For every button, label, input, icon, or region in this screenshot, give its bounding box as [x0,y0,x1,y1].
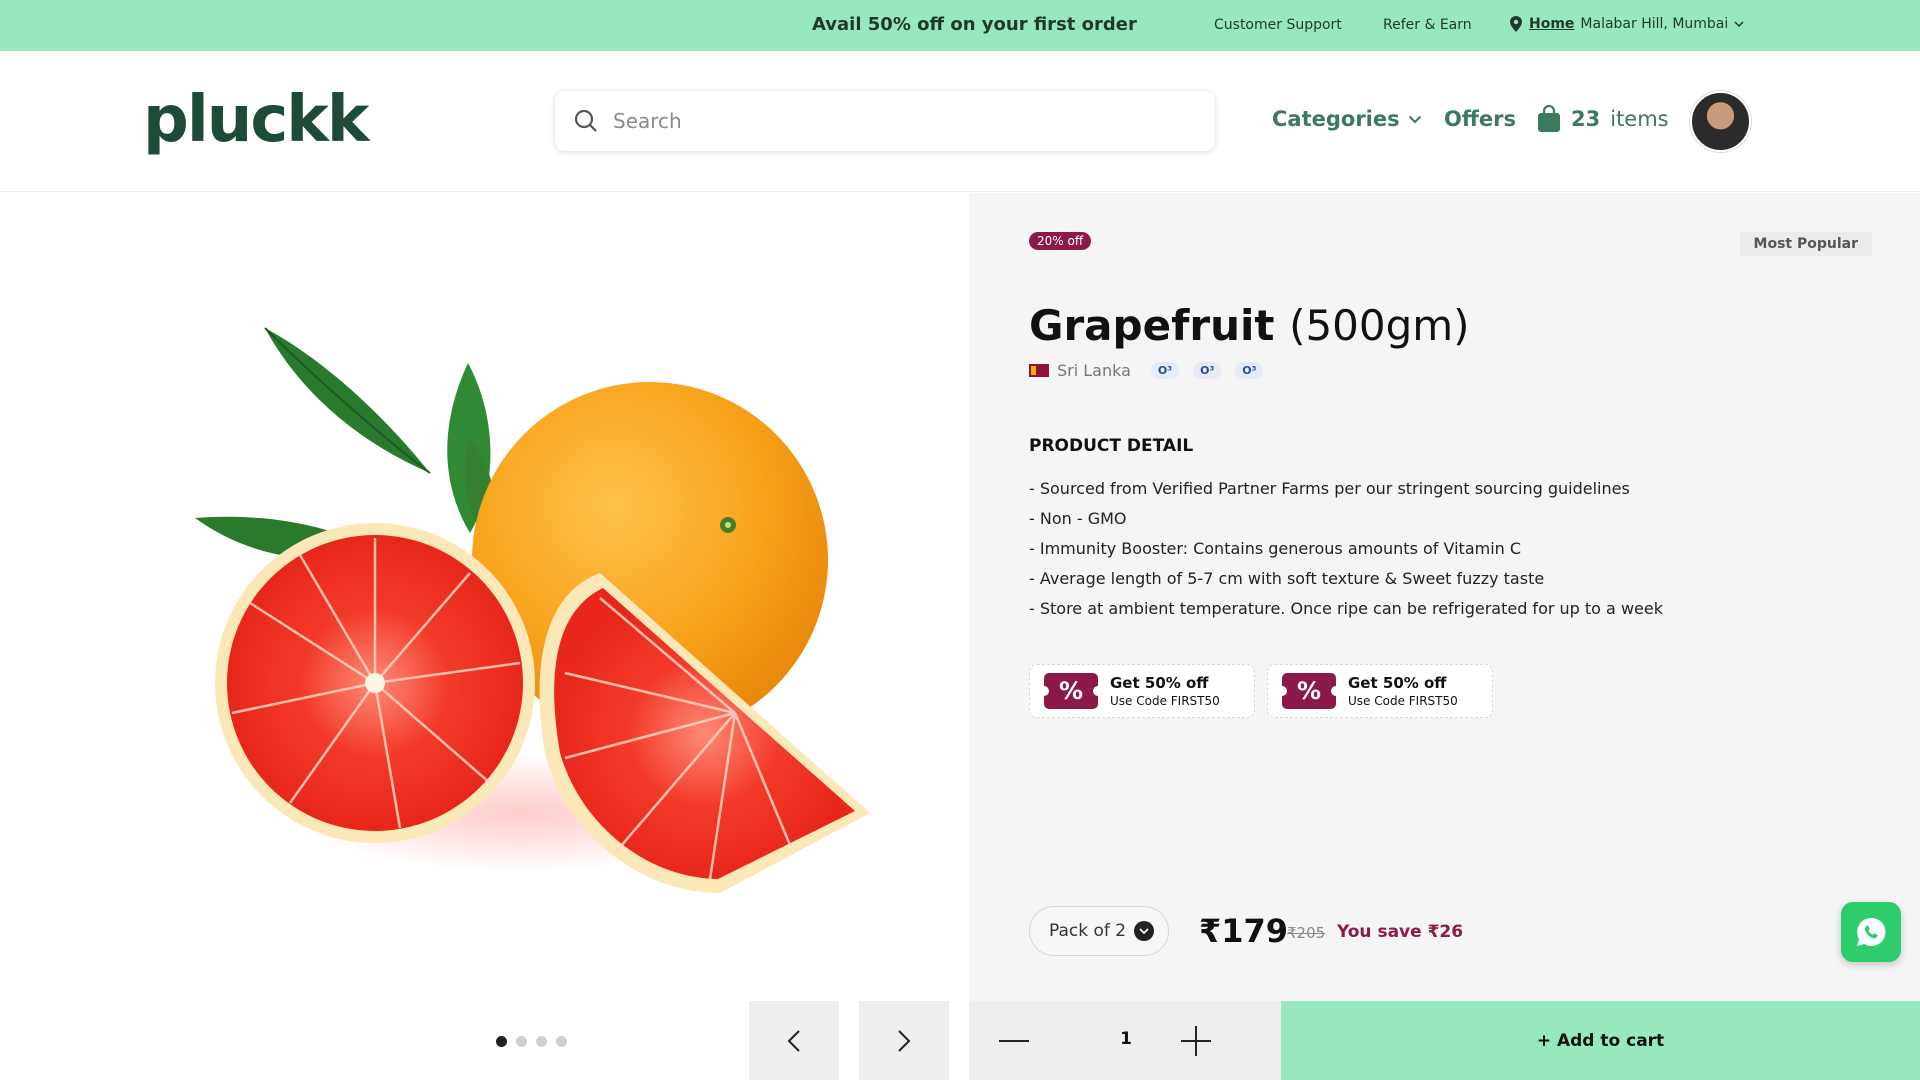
detail-item: - Store at ambient temperature. Once rip… [1029,599,1663,618]
savings-text: You save ₹26 [1337,922,1464,942]
whatsapp-button[interactable] [1841,902,1901,962]
promo-text: Avail 50% off on your first order [812,14,1137,35]
coupon-code: Use Code FIRST50 [1348,694,1458,708]
product-image-panel [0,193,969,1080]
customer-support-link[interactable]: Customer Support [1214,17,1342,33]
add-to-cart-button[interactable]: + Add to cart [1281,1001,1920,1080]
coupon-list: % Get 50% off Use Code FIRST50 % Get 50%… [1029,664,1493,718]
refer-earn-link[interactable]: Refer & Earn [1383,17,1472,33]
nav-categories[interactable]: Categories [1272,107,1422,131]
product-weight: (500gm) [1289,301,1470,350]
nav-offers-label: Offers [1444,107,1516,131]
search-icon [574,109,597,132]
location-label: Home [1529,16,1575,32]
coupon-title: Get 50% off [1110,674,1209,692]
gallery-dot[interactable] [536,1036,547,1047]
percent-coupon-icon: % [1277,673,1341,709]
product-image [195,327,870,893]
cart-count: 23 [1571,107,1601,131]
whatsapp-icon [1857,917,1886,946]
minus-icon [999,1039,1029,1042]
header: pluckk Categories Offers 23 items [0,51,1920,192]
quantity-value: 1 [1120,1029,1132,1049]
promo-bar: Avail 50% off on your first order Custom… [0,0,1920,51]
coupon-title: Get 50% off [1348,674,1447,692]
certification-badge: O³ [1150,362,1180,379]
avatar[interactable] [1690,91,1751,152]
product-detail-heading: PRODUCT DETAIL [1029,436,1194,456]
chevron-down-icon [1408,115,1421,123]
percent-coupon-icon: % [1039,673,1103,709]
origin-country: Sri Lanka [1057,361,1131,380]
detail-item: - Non - GMO [1029,509,1127,528]
nav-categories-label: Categories [1272,107,1400,131]
pack-size-select[interactable]: Pack of 2 [1029,906,1169,956]
chevron-down-icon [1734,21,1744,27]
cart-button[interactable]: 23 items [1537,105,1669,133]
gallery-dot[interactable] [516,1036,527,1047]
search-input[interactable] [613,109,1173,133]
pack-size-value: Pack of 2 [1049,921,1127,941]
plus-icon [1181,1025,1211,1056]
product-title: Grapefruit (500gm) [1029,301,1470,350]
price: ₹179 [1199,912,1289,950]
cart-label: items [1610,107,1669,131]
gallery-dot[interactable] [556,1036,567,1047]
decrease-quantity-button[interactable] [969,1001,1059,1080]
quantity-stepper: 1 [969,1001,1281,1080]
product-origin: Sri Lanka O³ O³ O³ [1029,361,1264,380]
location-pin-icon [1510,16,1522,32]
coupon-card[interactable]: % Get 50% off Use Code FIRST50 [1029,664,1255,718]
certification-badge: O³ [1235,362,1264,379]
gallery-next-button[interactable] [859,1001,949,1080]
gallery-dot[interactable] [496,1036,507,1047]
shopping-bag-icon [1538,105,1560,132]
increase-quantity-button[interactable] [1151,1001,1241,1080]
gallery-prev-button[interactable] [749,1001,839,1080]
popular-badge: Most Popular [1739,232,1872,256]
chevron-left-icon [787,1029,800,1052]
certification-badge: O³ [1193,362,1222,379]
product-detail-panel: 20% off Most Popular Grapefruit (500gm) … [969,193,1920,1001]
original-price: ₹205 [1287,924,1326,942]
location-selector[interactable]: Home Malabar Hill, Mumbai [1509,16,1744,32]
logo[interactable]: pluckk [143,83,369,157]
product-detail-list: - Sourced from Verified Partner Farms pe… [1029,474,1663,624]
coupon-card[interactable]: % Get 50% off Use Code FIRST50 [1267,664,1493,718]
nav-offers[interactable]: Offers [1444,107,1516,131]
detail-item: - Immunity Booster: Contains generous am… [1029,539,1522,558]
product-name: Grapefruit [1029,301,1275,350]
search-box[interactable] [555,91,1215,151]
sri-lanka-flag-icon [1029,364,1049,377]
detail-item: - Average length of 5-7 cm with soft tex… [1029,569,1545,588]
chevron-right-icon [898,1029,911,1052]
coupon-code: Use Code FIRST50 [1110,694,1220,708]
detail-item: - Sourced from Verified Partner Farms pe… [1029,479,1630,498]
gallery-dots [496,1036,567,1047]
discount-badge: 20% off [1029,232,1092,250]
location-value: Malabar Hill, Mumbai [1580,16,1729,32]
chevron-down-icon [1134,921,1154,941]
